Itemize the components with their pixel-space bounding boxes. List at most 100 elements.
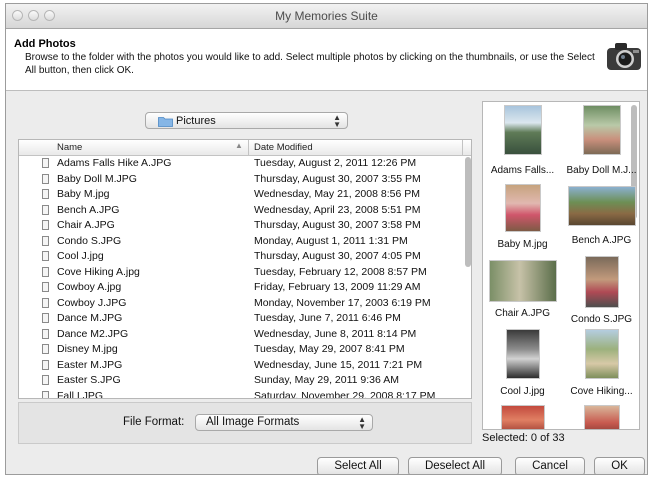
- table-row[interactable]: Baby M.jpg Wednesday, May 21, 2008 8:56 P…: [19, 187, 471, 203]
- table-row[interactable]: Bench A.JPG Wednesday, April 23, 2008 5:5…: [19, 203, 471, 219]
- thumbnail-item[interactable]: [483, 405, 562, 429]
- thumbnail-caption: Chair A.JPG: [494, 308, 551, 319]
- thumbnail-item[interactable]: Adams Falls...: [483, 105, 562, 176]
- file-name: Dance M2.JPG: [57, 327, 129, 340]
- file-name: Condo S.JPG: [57, 234, 122, 247]
- table-row[interactable]: Cowboy A.jpg Friday, February 13, 2009 11…: [19, 280, 471, 296]
- image-file-icon: [42, 158, 49, 168]
- table-header: Name ▲ Date Modified: [19, 140, 471, 156]
- table-row[interactable]: Easter M.JPG Wednesday, June 15, 2011 7:2…: [19, 358, 471, 374]
- cancel-button[interactable]: Cancel: [515, 457, 585, 474]
- dialog-description: Browse to the folder with the photos you…: [25, 52, 595, 76]
- table-row[interactable]: Disney M.jpg Tuesday, May 29, 2007 8:41 P…: [19, 342, 471, 358]
- file-name: Adams Falls Hike A.JPG: [57, 157, 172, 169]
- table-row[interactable]: Cool J.jpg Thursday, August 30, 2007 4:05…: [19, 249, 471, 265]
- table-row[interactable]: Chair A.JPG Thursday, August 30, 2007 3:5…: [19, 218, 471, 234]
- file-date: Friday, February 13, 2009 11:29 AM: [254, 281, 421, 293]
- thumbnail-image: [584, 256, 619, 308]
- ok-button[interactable]: OK: [594, 457, 645, 474]
- folder-icon: [158, 117, 173, 127]
- thumbnail-image: [505, 329, 540, 379]
- file-date: Wednesday, April 23, 2008 5:51 PM: [254, 203, 421, 216]
- folder-popup[interactable]: Pictures ▲ ▼: [145, 112, 348, 129]
- image-file-icon: [42, 189, 49, 199]
- file-name: Chair A.JPG: [57, 219, 115, 231]
- file-format-value: All Image Formats: [206, 416, 300, 428]
- image-file-icon: [42, 359, 49, 370]
- file-name: Easter S.JPG: [57, 374, 121, 386]
- file-date: Wednesday, June 15, 2011 7:21 PM: [254, 358, 423, 371]
- image-file-icon: [42, 344, 49, 354]
- file-date: Tuesday, February 12, 2008 8:57 PM: [254, 265, 427, 278]
- thumbnail-caption: Baby Doll M.J...: [566, 165, 637, 176]
- thumbnail-image: [567, 186, 636, 226]
- file-name: Fall I.JPG: [57, 389, 104, 399]
- image-file-icon: [42, 282, 49, 292]
- table-row[interactable]: Cove Hiking A.jpg Tuesday, February 12, 2…: [19, 265, 471, 281]
- file-date: Monday, November 17, 2003 6:19 PM: [254, 296, 431, 309]
- thumbnail-image: [500, 405, 545, 429]
- thumbnail-item[interactable]: [562, 405, 639, 429]
- title-bar[interactable]: My Memories Suite: [6, 4, 647, 29]
- file-name: Cowboy J.JPG: [57, 296, 127, 309]
- table-row[interactable]: Baby Doll M.JPG Thursday, August 30, 2007…: [19, 172, 471, 188]
- thumbnail-panel[interactable]: Adams Falls... Baby Doll M.J... Baby M.j…: [482, 101, 640, 430]
- column-divider: [248, 140, 249, 155]
- table-row[interactable]: Adams Falls Hike A.JPG Tuesday, August 2,…: [19, 156, 471, 172]
- file-date: Thursday, August 30, 2007 3:58 PM: [254, 219, 421, 231]
- file-name: Bench A.JPG: [57, 203, 120, 216]
- image-file-icon: [42, 251, 49, 261]
- file-name: Cowboy A.jpg: [57, 281, 122, 293]
- thumbnail-item[interactable]: Condo S.JPG: [562, 256, 639, 325]
- thumbnail-item[interactable]: Chair A.JPG: [483, 260, 562, 319]
- file-table[interactable]: Name ▲ Date Modified Adams Falls Hike A.…: [18, 139, 472, 399]
- thumbnail-item[interactable]: Cove Hiking...: [562, 329, 639, 397]
- image-file-icon: [42, 235, 49, 246]
- thumbnail-caption: Cove Hiking...: [570, 386, 633, 397]
- thumbnail-item[interactable]: Bench A.JPG: [562, 186, 639, 246]
- file-date: Tuesday, May 29, 2007 8:41 PM: [254, 343, 405, 355]
- file-name: Baby M.jpg: [57, 188, 110, 200]
- image-file-icon: [42, 266, 49, 277]
- file-rows: Adams Falls Hike A.JPG Tuesday, August 2,…: [19, 156, 471, 399]
- file-date: Tuesday, June 7, 2011 6:46 PM: [254, 312, 401, 324]
- file-date: Tuesday, August 2, 2011 12:26 PM: [254, 157, 417, 169]
- file-format-label: File Format:: [123, 416, 185, 428]
- image-file-icon: [42, 375, 49, 385]
- table-row[interactable]: Dance M.JPG Tuesday, June 7, 2011 6:46 PM: [19, 311, 471, 327]
- thumbnail-caption: Baby M.jpg: [497, 239, 548, 250]
- image-file-icon: [42, 313, 49, 323]
- column-date-header[interactable]: Date Modified: [254, 142, 313, 153]
- thumbnail-caption: Adams Falls...: [490, 165, 555, 176]
- thumbnail-item[interactable]: Baby Doll M.J...: [562, 105, 639, 176]
- column-name-header[interactable]: Name: [57, 142, 82, 153]
- file-date: Thursday, August 30, 2007 4:05 PM: [254, 250, 421, 262]
- thumbnail-item[interactable]: Baby M.jpg: [483, 184, 562, 250]
- thumbnail-caption: Bench A.JPG: [571, 235, 632, 246]
- select-all-button[interactable]: Select All: [317, 457, 399, 474]
- thumbnail-image: [582, 105, 621, 155]
- deselect-all-button[interactable]: Deselect All: [408, 457, 502, 474]
- file-name: Easter M.JPG: [57, 358, 123, 371]
- file-format-popup[interactable]: All Image Formats ▲ ▼: [195, 414, 373, 431]
- thumbnail-image: [584, 329, 619, 379]
- thumbnail-image: [503, 105, 542, 155]
- image-file-icon: [42, 204, 49, 215]
- sort-ascending-icon: ▲: [235, 141, 243, 150]
- table-row[interactable]: Cowboy J.JPG Monday, November 17, 2003 6:…: [19, 296, 471, 312]
- table-row[interactable]: Condo S.JPG Monday, August 1, 2011 1:31 P…: [19, 234, 471, 250]
- file-name: Disney M.jpg: [57, 343, 118, 355]
- image-file-icon: [42, 297, 49, 308]
- file-date: Wednesday, May 21, 2008 8:56 PM: [254, 188, 420, 200]
- window-title: My Memories Suite: [275, 9, 378, 23]
- camera-icon: [607, 43, 641, 70]
- table-row[interactable]: Fall I.JPG Saturday, November 29, 2008 8:…: [19, 389, 471, 399]
- file-name: Dance M.JPG: [57, 312, 123, 324]
- file-format-bar: File Format: All Image Formats ▲ ▼: [18, 402, 472, 444]
- table-row[interactable]: Dance M2.JPG Wednesday, June 8, 2011 8:14…: [19, 327, 471, 343]
- table-row[interactable]: Easter S.JPG Sunday, May 29, 2011 9:36 AM: [19, 373, 471, 389]
- thumbnail-item[interactable]: Cool J.jpg: [483, 329, 562, 397]
- table-scrollbar[interactable]: [465, 157, 471, 267]
- image-file-icon: [42, 390, 49, 398]
- chevron-updown-icon: ▲ ▼: [333, 113, 341, 129]
